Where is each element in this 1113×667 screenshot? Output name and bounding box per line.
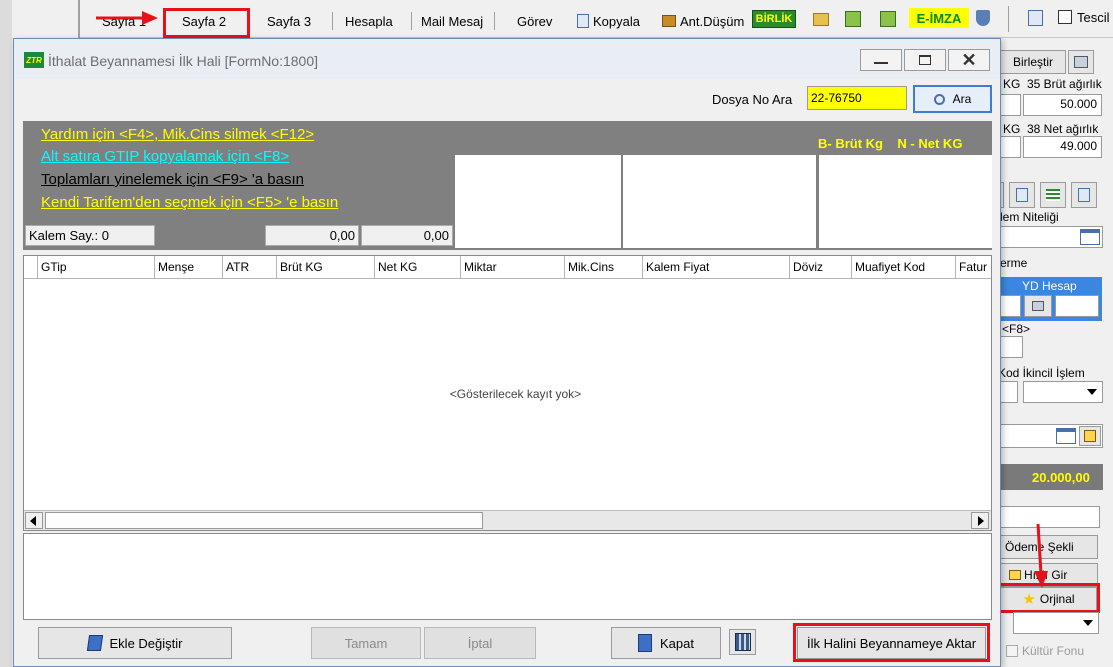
ekle-degistir-button[interactable]: Ekle Değiştir (38, 627, 232, 659)
scroll-right-button[interactable] (971, 512, 989, 529)
dosya-no-label: Dosya No Ara (712, 92, 793, 107)
arrow-left-icon (30, 516, 36, 526)
arrow-right-icon (978, 516, 984, 526)
info-white-box-2 (623, 155, 816, 248)
kapat-button[interactable]: Kapat (611, 627, 721, 659)
column-header[interactable]: Muafiyet Kod (852, 256, 956, 278)
tamam-button[interactable]: Tamam (311, 627, 421, 659)
info-white-box-3 (819, 155, 992, 248)
dosya-no-input[interactable]: 22-76750 (807, 86, 907, 110)
column-header[interactable]: Menşe (155, 256, 223, 278)
close-icon: ✕ (961, 50, 977, 70)
help-text-4: Kendi Tarifem'den seçmek için <F5> 'e ba… (41, 194, 339, 211)
ara-button[interactable]: Ara (913, 85, 992, 113)
items-grid[interactable]: GTip Menşe ATR Brüt KG Net KG Miktar Mik… (23, 255, 992, 531)
edit-pencil-icon (86, 635, 103, 651)
column-header[interactable]: Net KG (375, 256, 461, 278)
aktar-highlight (793, 623, 990, 662)
column-header[interactable]: Döviz (790, 256, 852, 278)
notes-area[interactable] (23, 533, 992, 620)
grid-header: GTip Menşe ATR Brüt KG Net KG Miktar Mik… (24, 256, 991, 279)
total-field-2: 0,00 (361, 225, 453, 246)
column-header[interactable]: GTip (38, 256, 155, 278)
horizontal-scrollbar[interactable] (24, 510, 991, 530)
row-selector-header (24, 256, 38, 278)
help-text-2: Alt satıra GTIP kopyalamak için <F8> (41, 148, 290, 165)
column-header[interactable]: Brüt KG (277, 256, 375, 278)
kalem-say-field: Kalem Say.: 0 (25, 225, 155, 246)
kapat-label: Kapat (660, 635, 694, 651)
ekle-degistir-label: Ekle Değiştir (109, 635, 183, 651)
total-field-1: 0,00 (265, 225, 359, 246)
close-button[interactable]: ✕ (948, 49, 990, 71)
tamam-label: Tamam (344, 635, 388, 651)
column-header[interactable]: ATR (223, 256, 277, 278)
minimize-button[interactable] (860, 49, 902, 71)
ara-label: Ara (952, 92, 972, 106)
empty-message: <Gösterilecek kayıt yok> (449, 387, 582, 401)
help-text-3: Toplamları yinelemek için <F9> 'a basın (41, 171, 304, 188)
scroll-thumb[interactable] (45, 512, 483, 529)
iptal-button[interactable]: İptal (424, 627, 536, 659)
column-header[interactable]: Fatur (956, 256, 991, 278)
calculator-icon (734, 633, 751, 651)
scroll-left-button[interactable] (25, 512, 43, 529)
iptal-label: İptal (467, 635, 493, 651)
app-logo-icon: ZTR (24, 52, 44, 68)
column-header[interactable]: Kalem Fiyat (643, 256, 790, 278)
column-header[interactable]: Miktar (461, 256, 565, 278)
weight-legend: B- Brüt Kg N - Net KG (818, 136, 963, 151)
door-exit-icon (638, 634, 652, 652)
info-white-box-1 (455, 155, 621, 248)
minimize-icon (874, 62, 888, 64)
column-header[interactable]: Mik.Cins (565, 256, 643, 278)
maximize-icon (919, 55, 931, 65)
calculator-button[interactable] (729, 629, 756, 655)
maximize-button[interactable] (904, 49, 946, 71)
dialog-title: İthalat Beyannamesi İlk Hali [FormNo:180… (48, 53, 319, 69)
help-text-1: Yardım için <F4>, Mik.Cins silmek <F12> (41, 126, 315, 143)
magnifier-icon (933, 93, 945, 105)
